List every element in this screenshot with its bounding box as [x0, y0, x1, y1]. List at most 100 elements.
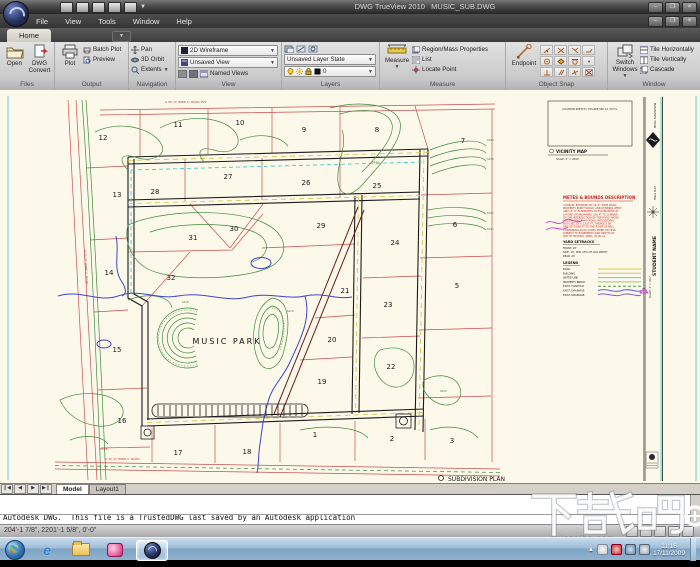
doc-minimize-button[interactable]: –: [648, 16, 663, 27]
park-teardrop-contours: [253, 297, 289, 369]
orbit-button[interactable]: 3D Orbit: [131, 55, 169, 64]
tray-volume-icon[interactable]: [638, 544, 650, 555]
view-state-dropdown[interactable]: Unsaved View ▼: [178, 57, 278, 68]
tab-home[interactable]: Home: [7, 29, 51, 42]
trueview-icon: [143, 542, 161, 559]
drawing-canvas[interactable]: .blk{stroke:#1c1c1c;fill:none;stroke-wid…: [0, 90, 700, 485]
view-next-icon[interactable]: [189, 69, 198, 78]
osnap-nearest-icon[interactable]: [568, 67, 581, 77]
dwg-convert-button[interactable]: DWG Convert: [27, 43, 52, 74]
layer-state-dropdown[interactable]: Unsaved Layer State ▼: [284, 54, 376, 65]
preview-button[interactable]: Preview: [83, 55, 121, 64]
osnap-center-icon[interactable]: [540, 56, 553, 66]
tray-alert-icon[interactable]: [610, 544, 622, 555]
switch-windows-button[interactable]: Switch Windows ▼: [610, 43, 640, 79]
tab-layout1[interactable]: Layout1: [88, 483, 126, 495]
extents-button[interactable]: Extents ▼: [131, 65, 169, 74]
extents-caret-icon[interactable]: ▼: [164, 67, 169, 73]
menu-file[interactable]: File: [36, 17, 48, 26]
layer-color-swatch[interactable]: [314, 68, 321, 75]
tray-network-icon[interactable]: [624, 544, 636, 555]
named-views-button[interactable]: Named Views: [200, 69, 248, 78]
view-prev-icon[interactable]: [178, 69, 187, 78]
application-menu-button[interactable]: [3, 1, 29, 27]
measure-button[interactable]: Measure ▼: [382, 43, 412, 70]
osnap-perpendicular-icon[interactable]: [540, 67, 553, 77]
batch-plot-button[interactable]: Batch Plot: [83, 45, 121, 54]
tile-horizontally-button[interactable]: Tile Horizontally: [640, 45, 694, 54]
osnap-extension-icon[interactable]: [582, 45, 595, 55]
visual-style-dropdown[interactable]: 2D Wireframe ▼: [178, 45, 278, 56]
tab-prev-icon[interactable]: ◀: [14, 484, 26, 494]
tray-clock[interactable]: 11:16 17/11/2009: [653, 543, 685, 557]
close-button[interactable]: ×: [682, 2, 697, 13]
menu-window[interactable]: Window: [133, 17, 160, 26]
osnap-clear-icon[interactable]: [582, 67, 595, 77]
ribbon-group-layers: Unsaved Layer State ▼ 0 ▼ Layers: [282, 42, 380, 90]
plot-button[interactable]: Plot: [57, 43, 83, 67]
toolbar-lock-icon[interactable]: [668, 526, 680, 537]
menu-tools[interactable]: Tools: [98, 17, 116, 26]
region-mass-properties-button[interactable]: Region/Mass Properties: [412, 45, 488, 54]
lot-number: 3: [450, 437, 454, 445]
plan-title: SUBDIVISION PLAN: [448, 476, 505, 483]
tile-vertically-button[interactable]: Tile Vertically: [640, 55, 694, 64]
qat-open-icon[interactable]: [60, 1, 73, 13]
qat-undo-icon[interactable]: [76, 1, 89, 13]
lot-number: 11: [174, 121, 183, 129]
osnap-quadrant-icon[interactable]: [554, 56, 567, 66]
qat-plot-icon[interactable]: [92, 1, 105, 13]
legend-rows: ROADBUILDINGWATER LINEPROPERTY BNDRYEXIS…: [563, 267, 642, 297]
taskbar-ie-button[interactable]: e: [34, 540, 60, 559]
pan-button[interactable]: Pan: [131, 45, 169, 54]
group-label-osnap: Object Snap: [506, 79, 607, 90]
ribbon-minimize-button[interactable]: ▼: [112, 31, 131, 42]
layer-properties-icon[interactable]: [284, 45, 294, 53]
osnap-intersection-icon[interactable]: [554, 45, 567, 55]
annotation-scale-icon[interactable]: [626, 526, 638, 537]
layer-freeze-icon[interactable]: [296, 45, 306, 53]
doc-close-button[interactable]: ×: [682, 16, 697, 27]
sun-icon[interactable]: [296, 68, 303, 75]
menu-help[interactable]: Help: [176, 17, 191, 26]
workspace-icon[interactable]: [654, 526, 666, 537]
bulb-icon[interactable]: [287, 68, 294, 75]
open-button[interactable]: Open: [2, 43, 27, 67]
restore-button[interactable]: ❐: [665, 2, 680, 13]
minimize-button[interactable]: –: [648, 2, 663, 13]
legend-label: WATER LINE: [563, 276, 578, 280]
qat-preview-icon[interactable]: [108, 1, 121, 13]
doc-restore-button[interactable]: ❐: [665, 16, 680, 27]
osnap-apparent-intersection-icon[interactable]: [568, 45, 581, 55]
qat-publish-icon[interactable]: [124, 1, 137, 13]
tab-next-icon[interactable]: ▶: [27, 484, 39, 494]
osnap-midpoint-icon[interactable]: [540, 45, 553, 55]
fullscreen-icon[interactable]: [682, 526, 694, 537]
tray-expand-icon[interactable]: ▲: [588, 547, 594, 553]
list-button[interactable]: List: [412, 55, 488, 64]
taskbar-explorer-button[interactable]: [68, 540, 94, 559]
cascade-button[interactable]: Cascade: [640, 65, 694, 74]
tab-first-icon[interactable]: ❙◀: [1, 484, 13, 494]
layer-lock-icon[interactable]: [308, 45, 318, 53]
taskbar-snip-button[interactable]: [102, 540, 128, 559]
taskbar-trueview-button[interactable]: [136, 540, 168, 561]
lock-icon[interactable]: [305, 68, 312, 75]
endpoint-button[interactable]: Endpoint: [508, 43, 540, 67]
osnap-parallel-icon[interactable]: [554, 67, 567, 77]
tab-last-icon[interactable]: ▶❙: [40, 484, 52, 494]
contour-label: 6426: [287, 309, 294, 313]
show-desktop-button[interactable]: [690, 538, 696, 561]
command-scrollbar[interactable]: [690, 495, 700, 524]
tab-model[interactable]: Model: [56, 483, 89, 495]
menu-view[interactable]: View: [65, 17, 81, 26]
layer-dropdown[interactable]: 0 ▼: [284, 66, 376, 77]
tray-app-icon[interactable]: [596, 544, 608, 555]
annotation-visibility-icon[interactable]: [640, 526, 652, 537]
command-line-panel[interactable]: Autodesk DWG. This file is a TrustedDWG …: [0, 494, 700, 547]
start-button[interactable]: [5, 540, 25, 560]
osnap-node-icon[interactable]: [582, 56, 595, 66]
osnap-tangent-icon[interactable]: [568, 56, 581, 66]
locate-point-button[interactable]: Locate Point: [412, 65, 488, 74]
qat-customize-caret-icon[interactable]: ▼: [140, 4, 146, 10]
